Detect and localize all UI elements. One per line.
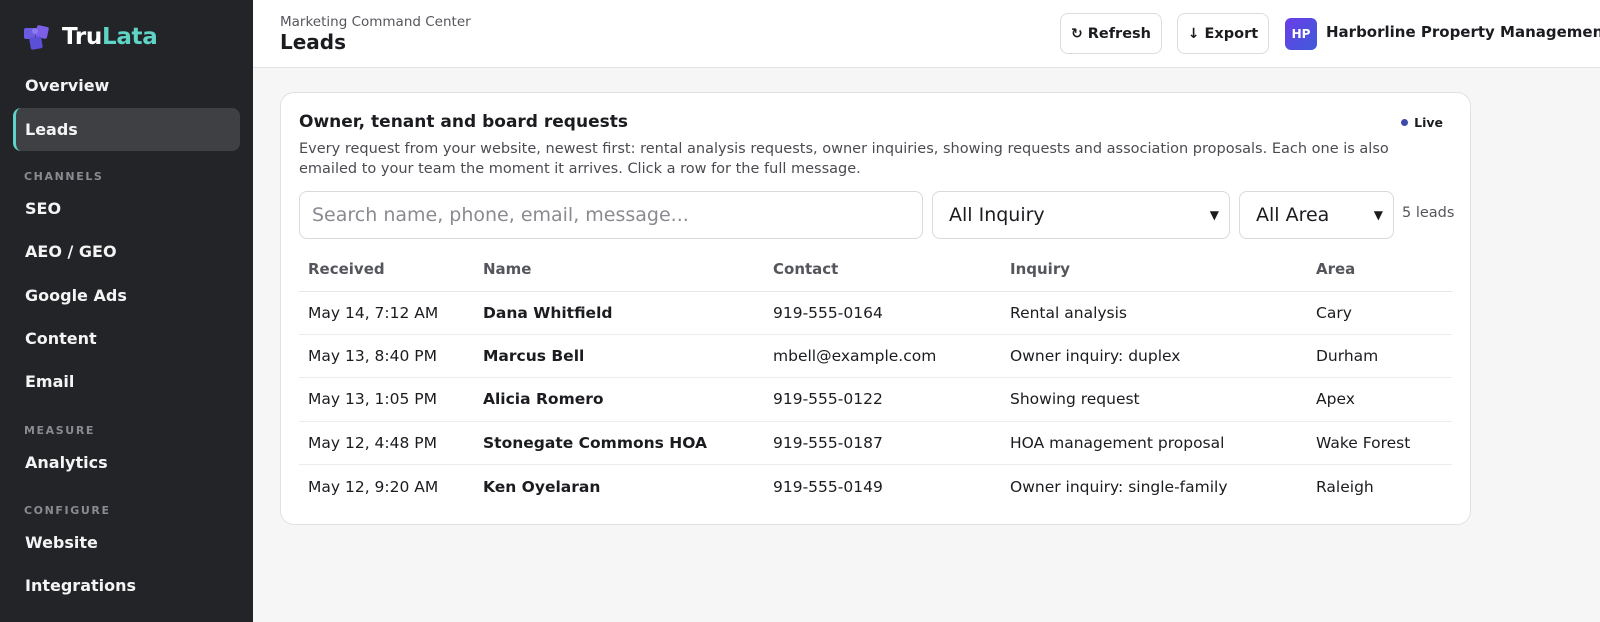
cell-inquiry: Rental analysis <box>1001 291 1307 335</box>
cell-area: Cary <box>1307 291 1452 335</box>
table-row[interactable]: May 12, 4:48 PM Stonegate Commons HOA 91… <box>299 421 1452 466</box>
breadcrumb[interactable]: Marketing Command Center <box>280 14 471 30</box>
column-header-area[interactable]: Area <box>1307 248 1452 292</box>
sidebar-item-website[interactable]: Website <box>13 521 240 564</box>
cell-inquiry: Owner inquiry: single-family <box>1010 477 1228 496</box>
column-header-contact[interactable]: Contact <box>764 248 1001 292</box>
cell-received: May 13, 8:40 PM <box>299 334 474 379</box>
sidebar-item-seo[interactable]: SEO <box>13 187 240 230</box>
sidebar-item-label: Integrations <box>25 576 137 595</box>
card-description: Every request from your website, newest … <box>299 141 1389 177</box>
sidebar-section-channels: CHANNELS <box>24 170 104 183</box>
brand-name: TruLata <box>62 24 158 50</box>
brand-logo[interactable]: TruLata <box>22 22 158 52</box>
sidebar: TruLata Overview Leads CHANNELS SEO AEO … <box>0 0 253 622</box>
table-row[interactable]: May 14, 7:12 AM Dana Whitfield 919-555-0… <box>299 291 1452 335</box>
column-header-inquiry[interactable]: Inquiry <box>1001 248 1307 292</box>
table-row[interactable]: May 12, 9:20 AM Ken Oyelaran 919-555-014… <box>299 465 1452 508</box>
live-indicator: Live <box>1401 115 1443 130</box>
cell-inquiry: Showing request <box>1001 377 1307 422</box>
table-row[interactable]: May 13, 8:40 PM Marcus Bell mbell@exampl… <box>299 334 1452 379</box>
cell-contact: mbell@example.com <box>764 334 1001 379</box>
cell-inquiry: HOA management proposal <box>1001 421 1307 466</box>
inquiry-filter-value: All Inquiry <box>949 204 1045 226</box>
sidebar-item-label: Website <box>25 533 98 552</box>
refresh-button[interactable]: ↻ Refresh <box>1060 13 1162 54</box>
cell-area: Durham <box>1307 334 1452 379</box>
cell-contact: 919-555-0164 <box>764 291 1001 335</box>
brand-name-part2: Lata <box>101 24 158 50</box>
inquiry-filter-select[interactable]: All Inquiry ▼ <box>932 191 1230 239</box>
cell-name: Alicia Romero <box>474 377 764 422</box>
org-avatar[interactable]: HP <box>1285 18 1317 50</box>
cell-contact: 919-555-0149 <box>773 477 883 496</box>
table-row[interactable]: May 13, 1:05 PM Alicia Romero 919-555-01… <box>299 377 1452 422</box>
cell-inquiry: Owner inquiry: duplex <box>1001 334 1307 379</box>
cell-contact: 919-555-0187 <box>764 421 1001 466</box>
sidebar-item-label: Content <box>25 329 97 348</box>
live-label: Live <box>1414 115 1443 130</box>
export-button-label: Export <box>1204 25 1259 42</box>
sidebar-item-label: AEO / GEO <box>25 242 117 261</box>
sidebar-item-label: Leads <box>25 120 78 139</box>
live-dot-icon <box>1401 119 1409 126</box>
cell-name: Dana Whitfield <box>474 291 764 335</box>
sidebar-item-google-ads[interactable]: Google Ads <box>13 274 240 317</box>
sidebar-item-integrations[interactable]: Integrations <box>13 564 240 607</box>
sidebar-item-aeo-geo[interactable]: AEO / GEO <box>13 230 240 273</box>
leads-card: Owner, tenant and board requests Live Ev… <box>280 92 1471 525</box>
chevron-down-icon: ▼ <box>1373 208 1383 222</box>
puzzle-logo-icon <box>24 25 49 50</box>
cell-received: May 12, 4:48 PM <box>299 421 474 466</box>
sidebar-item-label: Email <box>25 372 75 391</box>
cell-received: May 13, 1:05 PM <box>299 377 474 422</box>
sidebar-section-configure: CONFIGURE <box>24 504 111 517</box>
sidebar-item-content[interactable]: Content <box>13 317 240 360</box>
table-header-row: Received Name Contact Inquiry Area <box>299 248 1452 292</box>
sidebar-item-email[interactable]: Email <box>13 360 240 403</box>
leads-table: Received Name Contact Inquiry Area May 1… <box>299 248 1452 508</box>
cell-contact: 919-555-0122 <box>764 377 1001 422</box>
sidebar-item-overview[interactable]: Overview <box>13 64 240 107</box>
sidebar-item-label: Analytics <box>25 453 108 472</box>
org-name[interactable]: Harborline Property Management <box>1326 23 1600 41</box>
brand-name-part1: Tru <box>62 24 102 50</box>
arrow-down-icon: ↓ <box>1187 25 1200 42</box>
page-title: Leads <box>280 30 347 54</box>
sidebar-section-measure: MEASURE <box>24 424 96 437</box>
column-header-name[interactable]: Name <box>474 248 764 292</box>
lead-count: 5 leads <box>1402 205 1455 221</box>
top-header: Marketing Command Center Leads ↻ Refresh … <box>253 0 1600 68</box>
cell-name: Ken Oyelaran <box>483 477 601 496</box>
area-filter-select[interactable]: All Area ▼ <box>1239 191 1394 239</box>
cell-received: May 14, 7:12 AM <box>299 291 474 335</box>
refresh-button-label: Refresh <box>1087 25 1151 42</box>
card-title: Owner, tenant and board requests <box>299 112 628 132</box>
export-button[interactable]: ↓ Export <box>1177 13 1269 54</box>
cell-name: Marcus Bell <box>474 334 764 379</box>
cell-received: May 12, 9:20 AM <box>308 477 439 496</box>
sidebar-item-leads[interactable]: Leads <box>13 108 240 151</box>
column-header-received[interactable]: Received <box>299 248 474 292</box>
chevron-down-icon: ▼ <box>1209 208 1219 222</box>
sidebar-item-label: Google Ads <box>25 286 127 305</box>
sidebar-item-analytics[interactable]: Analytics <box>13 441 240 484</box>
sidebar-item-label: SEO <box>25 199 62 218</box>
area-filter-value: All Area <box>1256 204 1330 226</box>
cell-area: Raleigh <box>1316 477 1374 496</box>
refresh-icon: ↻ <box>1071 25 1083 42</box>
cell-name: Stonegate Commons HOA <box>474 421 764 466</box>
cell-area: Apex <box>1307 377 1452 422</box>
cell-area: Wake Forest <box>1307 421 1452 466</box>
search-input[interactable] <box>299 191 923 239</box>
sidebar-item-label: Overview <box>25 76 110 95</box>
